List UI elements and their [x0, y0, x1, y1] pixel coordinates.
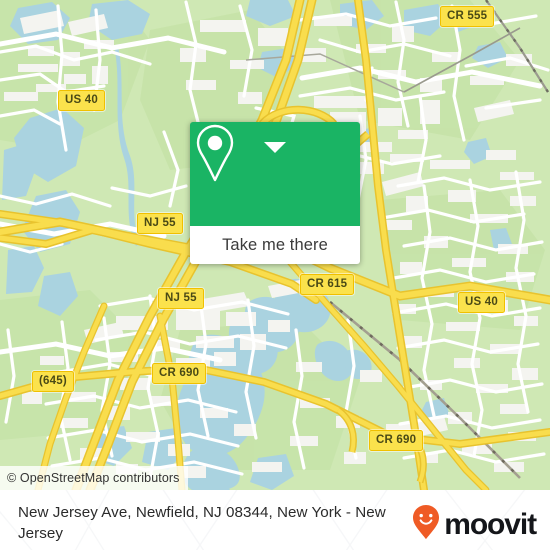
map-attribution[interactable]: © OpenStreetMap contributors — [0, 466, 188, 490]
footer-bar: New Jersey Ave, Newfield, NJ 08344, New … — [0, 490, 550, 550]
road-shield-nj55-north: NJ 55 — [137, 213, 183, 234]
road-shield-cr615: CR 615 — [300, 274, 355, 295]
road-shield-nj55-south: NJ 55 — [158, 288, 204, 309]
popup-pin-area — [190, 122, 360, 226]
map-canvas[interactable]: CR 555 US 40 NJ 55 CR 615 NJ 55 US 40 CR… — [0, 0, 550, 490]
take-me-there-label: Take me there — [222, 235, 328, 254]
moovit-map-card: CR 555 US 40 NJ 55 CR 615 NJ 55 US 40 CR… — [0, 0, 550, 550]
road-shield-us40-west: US 40 — [58, 90, 105, 111]
road-shield-us40-east: US 40 — [458, 292, 505, 313]
road-shield-cr690-east: CR 690 — [369, 430, 424, 451]
moovit-logo[interactable]: moovit — [411, 504, 537, 545]
popup-tail — [264, 142, 286, 153]
moovit-smiling-pin-icon — [411, 504, 441, 545]
location-title: New Jersey Ave, Newfield, NJ 08344, New … — [18, 504, 386, 542]
road-shield-645: (645) — [32, 371, 74, 392]
attribution-text: © OpenStreetMap contributors — [7, 471, 180, 485]
road-shield-cr690-west: CR 690 — [152, 363, 207, 384]
road-shield-cr555: CR 555 — [440, 6, 495, 27]
moovit-wordmark: moovit — [444, 507, 537, 541]
take-me-there-button[interactable]: Take me there — [190, 226, 360, 264]
